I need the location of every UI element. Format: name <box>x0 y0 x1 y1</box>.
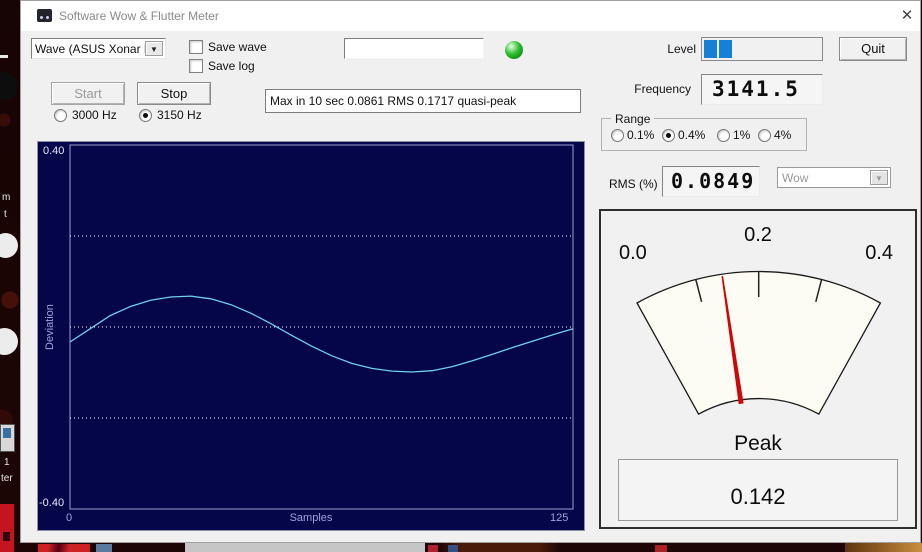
frequency-label: Frequency <box>634 82 691 96</box>
start-button[interactable]: Start <box>51 82 125 105</box>
signal-led-icon <box>505 41 523 59</box>
radio-3000hz[interactable] <box>54 109 67 122</box>
peak-label: Peak <box>734 432 782 455</box>
level-meter <box>701 37 823 61</box>
device-dropdown[interactable]: Wave (ASUS Xonar D1 ▼ <box>31 38 166 59</box>
analog-meter-panel: 0.0 0.2 0.4 Peak 0.142 <box>599 209 917 529</box>
desktop-icon[interactable] <box>0 504 14 552</box>
quit-button[interactable]: Quit <box>839 37 907 61</box>
range-radio-0.4[interactable] <box>662 129 675 142</box>
level-label: Level <box>667 42 696 56</box>
range-group-label: Range <box>611 112 655 126</box>
desktop: m t 1 ter Software Wow & Flutter Meter ✕… <box>0 0 922 552</box>
level-segment <box>704 40 717 58</box>
status-readout: Max in 10 sec 0.0861 RMS 0.1717 quasi-pe… <box>265 89 581 113</box>
desktop-icon-label: ter <box>1 473 13 484</box>
range-radio-4-label: 4% <box>774 128 792 142</box>
desktop-icon-label: 1 <box>4 457 10 468</box>
plot-border <box>69 144 574 510</box>
range-radio-1-label: 1% <box>733 128 751 142</box>
desktop-icon-label: m <box>2 192 11 203</box>
gridlines <box>70 235 573 419</box>
close-icon[interactable]: ✕ <box>894 3 920 28</box>
range-radio-0.1-label: 0.1% <box>627 128 655 142</box>
desktop-decoration <box>448 545 458 552</box>
save-log-label: Save log <box>208 59 255 73</box>
device-dropdown-value: Wave (ASUS Xonar D1 <box>35 42 147 56</box>
frequency-display: 3141.5 <box>701 74 823 105</box>
x-axis-title: Samples <box>289 512 333 524</box>
desktop-icon[interactable] <box>0 233 18 258</box>
chevron-down-icon: ▼ <box>870 170 888 185</box>
desktop-decoration <box>845 543 922 552</box>
save-log-checkbox[interactable]: ✓ <box>189 59 203 73</box>
mode-dropdown-value: Wow <box>782 171 809 185</box>
desktop-decoration <box>38 544 90 552</box>
app-icon <box>37 9 52 22</box>
desktop-decoration <box>185 543 425 552</box>
radio-3000hz-label: 3000 Hz <box>72 108 117 122</box>
peak-value: 0.142 <box>730 484 786 509</box>
meter-gauge-svg <box>636 270 882 415</box>
window-title: Software Wow & Flutter Meter <box>59 9 219 23</box>
desktop-icon-label: t <box>4 209 7 220</box>
rms-label: RMS (%) <box>609 177 658 191</box>
stop-button[interactable]: Stop <box>137 82 211 105</box>
chevron-down-icon[interactable]: ▼ <box>145 41 163 56</box>
level-segment <box>719 40 732 58</box>
rms-display: 0.0849 <box>662 166 760 197</box>
range-radio-1[interactable] <box>717 129 730 142</box>
title-bar[interactable]: Software Wow & Flutter Meter ✕ <box>21 1 920 31</box>
range-radio-0.1[interactable] <box>611 129 624 142</box>
desktop-decoration <box>96 544 112 552</box>
desktop-decoration <box>0 55 8 58</box>
save-wave-label: Save wave <box>208 40 267 54</box>
radio-3150hz[interactable] <box>139 109 152 122</box>
peak-readout-box: 0.142 <box>618 459 898 521</box>
range-radio-4[interactable] <box>758 129 771 142</box>
x-tick-125: 125 <box>550 512 569 524</box>
range-radio-0.4-label: 0.4% <box>678 128 706 142</box>
desktop-decoration <box>428 545 438 552</box>
desktop-icon[interactable] <box>0 424 15 452</box>
deviation-chart: 0.40 -0.40 Deviation 0 Samples 125 <box>37 141 585 531</box>
save-wave-checkbox[interactable]: ✓ <box>189 40 203 54</box>
radio-3150hz-label: 3150 Hz <box>157 108 202 122</box>
monitor-input[interactable] <box>344 38 484 59</box>
app-window: Software Wow & Flutter Meter ✕ Wave (ASU… <box>20 0 921 543</box>
deviation-plot-svg <box>69 144 574 510</box>
deviation-trace <box>69 295 574 373</box>
mode-dropdown[interactable]: Wow ▼ <box>777 167 891 188</box>
desktop-decoration <box>655 545 667 552</box>
desktop-icon[interactable] <box>0 328 18 355</box>
desktop-decoration <box>0 72 18 100</box>
